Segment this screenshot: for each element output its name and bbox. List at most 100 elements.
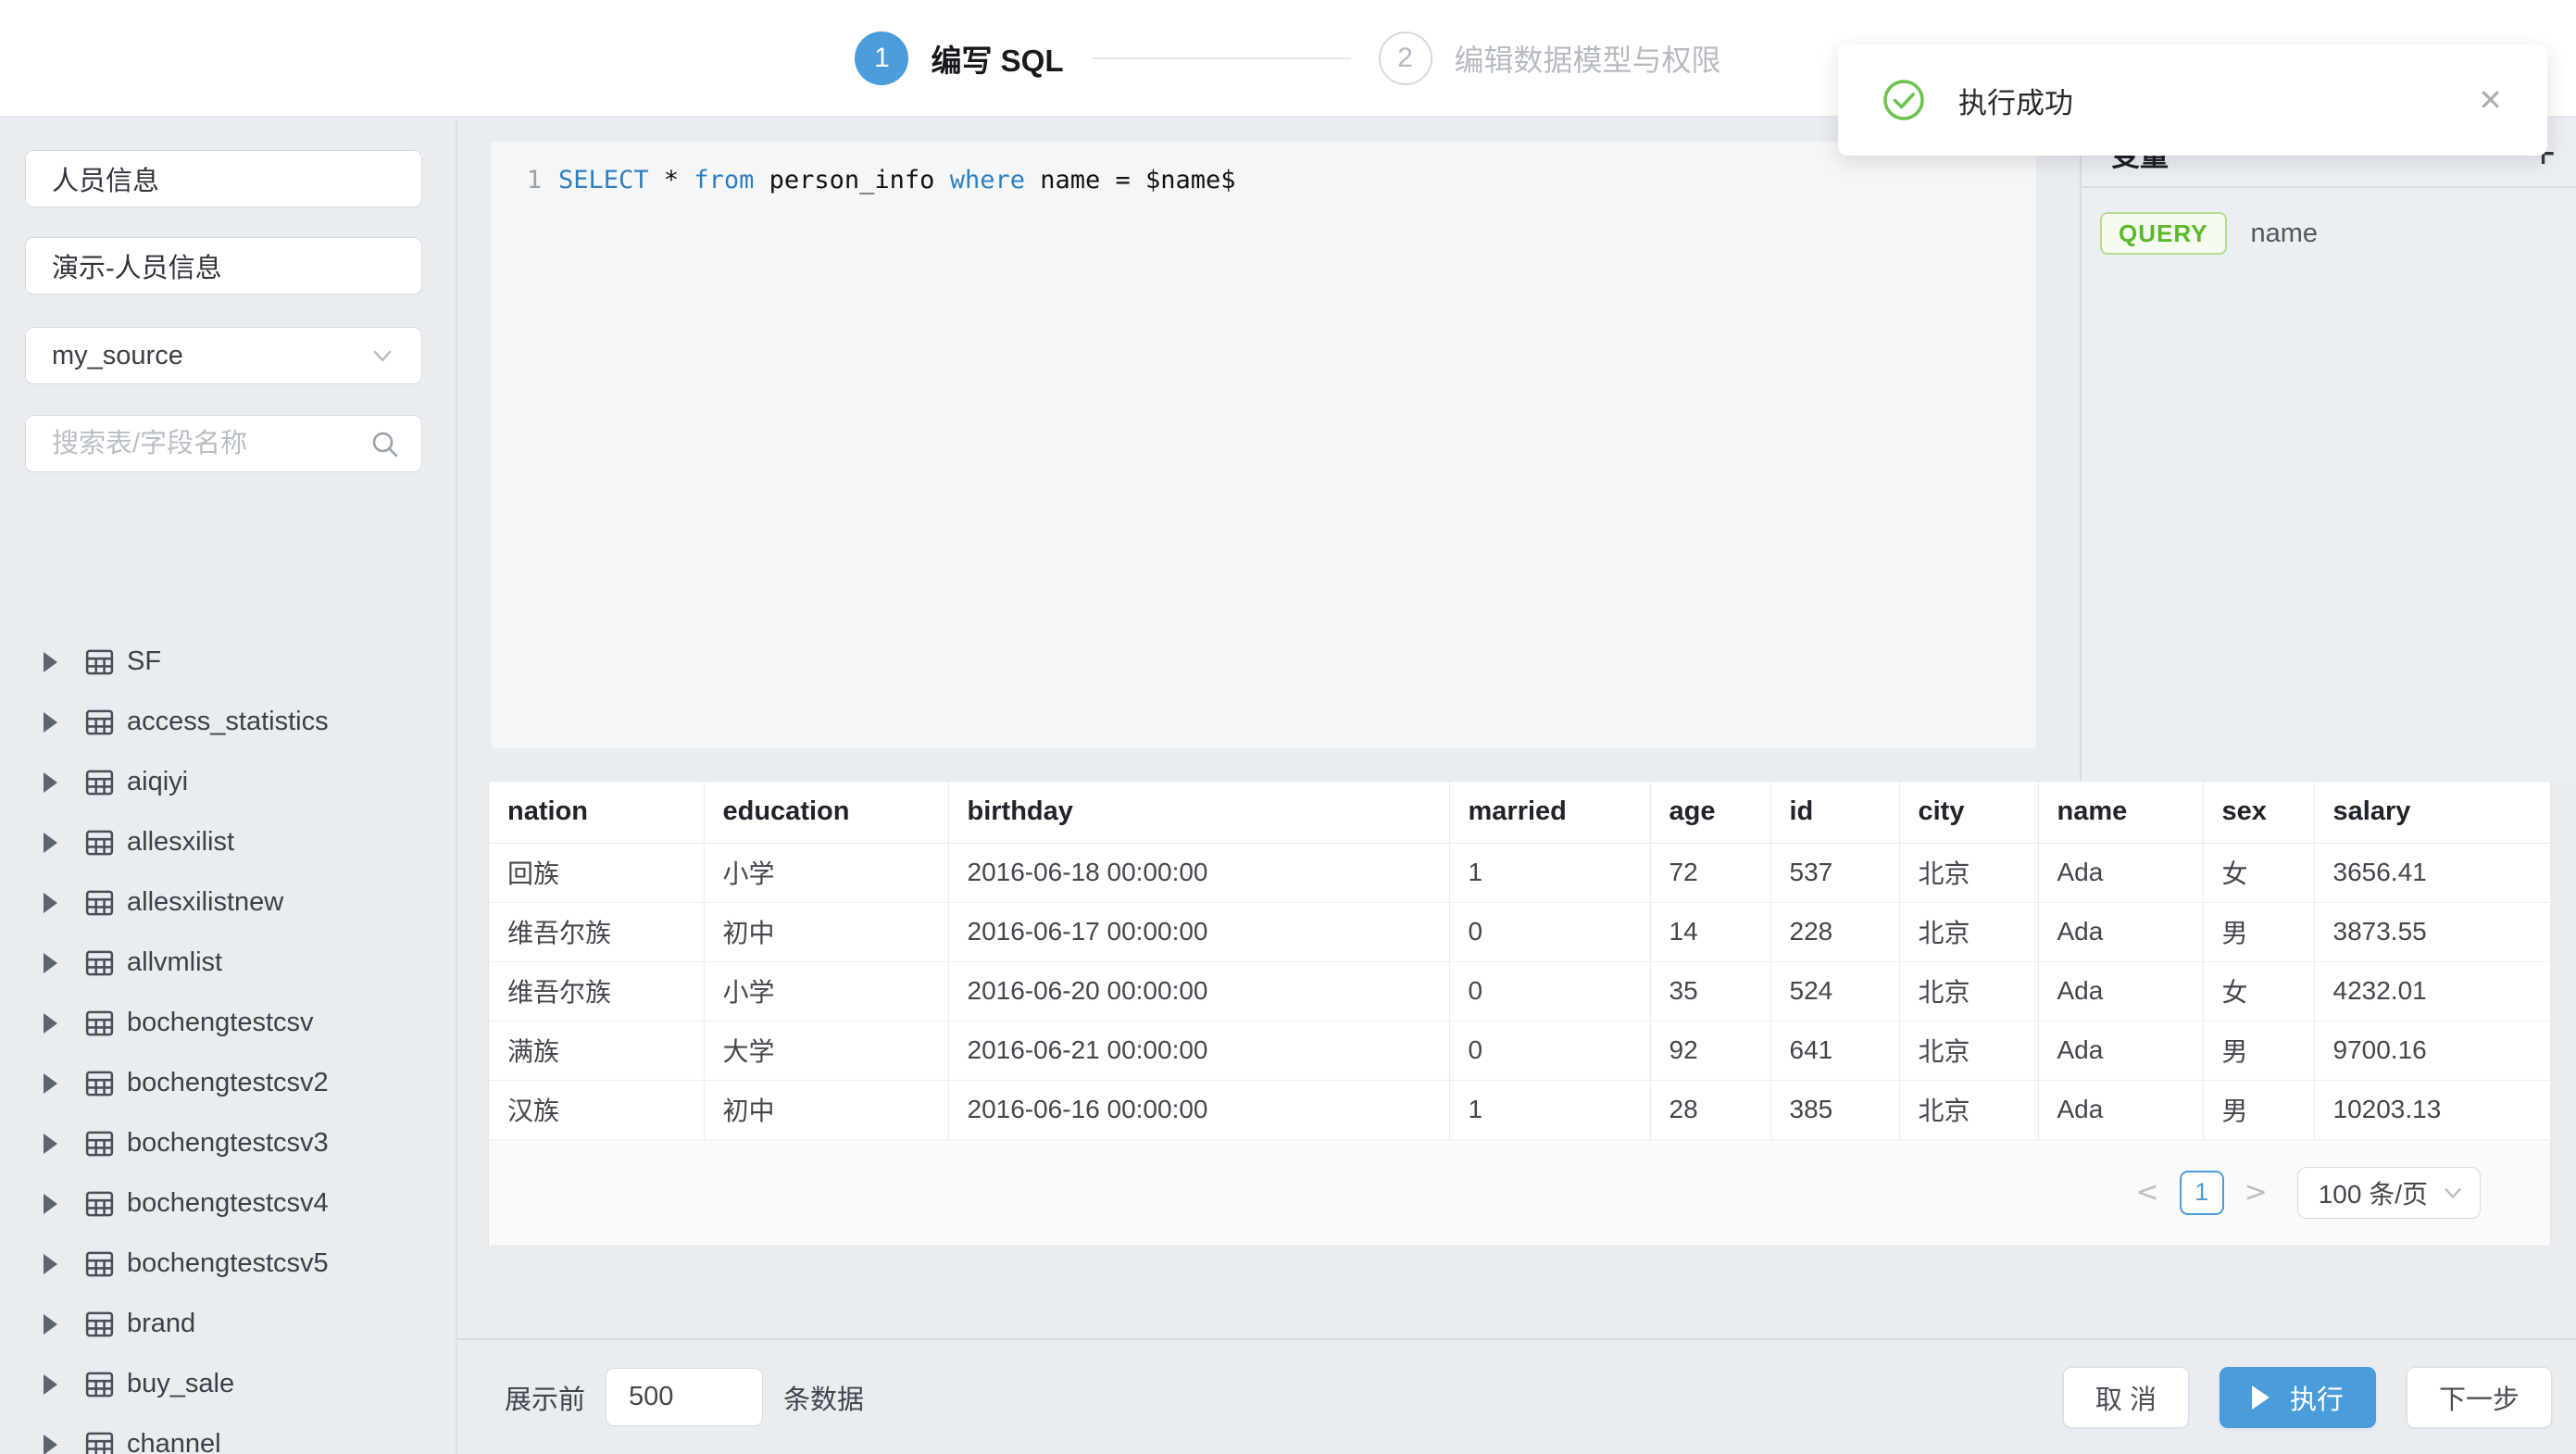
table-cell: 北京 xyxy=(1899,961,2038,1021)
sql-text: SELECT * from person_info where name = $… xyxy=(558,166,1236,194)
dataset-display-name-input[interactable] xyxy=(25,237,422,295)
table-cell: 35 xyxy=(1650,961,1770,1021)
caret-right-icon[interactable] xyxy=(44,1435,57,1454)
next-step-button[interactable]: 下一步 xyxy=(2407,1367,2552,1428)
table-tree: SF access_statisticsaiqiyiallesxilistalle… xyxy=(0,632,456,1454)
column-header: sex xyxy=(2203,782,2314,843)
sidebar-table-item[interactable]: brand xyxy=(0,1294,456,1354)
limit-suffix-label: 条数据 xyxy=(783,1378,864,1417)
table-grid-icon xyxy=(85,1191,114,1217)
table-cell: 小学 xyxy=(704,961,948,1021)
table-cell: 回族 xyxy=(489,843,704,902)
toast-message: 执行成功 xyxy=(1958,80,2445,121)
caret-right-icon[interactable] xyxy=(44,1254,57,1274)
search-input[interactable] xyxy=(26,416,421,471)
table-cell: Ada xyxy=(2038,843,2203,902)
step-2: 2 编辑数据模型与权限 xyxy=(1379,31,1721,85)
table-cell: 北京 xyxy=(1899,843,2038,902)
table-cell: 385 xyxy=(1770,1080,1899,1139)
sidebar-table-item[interactable]: channel xyxy=(0,1414,456,1454)
table-cell: 0 xyxy=(1449,902,1650,961)
sidebar-table-item[interactable]: bochengtestcsv5 xyxy=(0,1234,456,1294)
table-cell: 524 xyxy=(1770,961,1899,1021)
datasource-selected-value: my_source xyxy=(52,341,183,371)
table-cell: 9700.16 xyxy=(2314,1021,2551,1080)
sidebar-table-item[interactable]: bochengtestcsv4 xyxy=(0,1173,456,1234)
caret-right-icon[interactable] xyxy=(44,833,57,853)
caret-right-icon[interactable] xyxy=(44,712,57,733)
column-header: id xyxy=(1770,782,1899,843)
sidebar-table-item[interactable]: allesxilistnew xyxy=(0,872,456,933)
sidebar-table-item[interactable]: bochengtestcsv xyxy=(0,993,456,1053)
table-grid-icon xyxy=(85,649,114,675)
table-name-label: access_statistics xyxy=(127,707,329,737)
search-icon xyxy=(369,429,401,460)
caret-right-icon[interactable] xyxy=(44,953,57,973)
table-cell: 北京 xyxy=(1899,902,2038,961)
caret-right-icon[interactable] xyxy=(44,1073,57,1094)
table-cell: 大学 xyxy=(704,1021,948,1080)
sql-code-line: 1 SELECT * from person_info where name =… xyxy=(492,166,2036,194)
table-cell: 3873.55 xyxy=(2314,902,2551,961)
success-check-icon xyxy=(1882,79,1925,121)
table-cell: 北京 xyxy=(1899,1021,2038,1080)
table-cell: 男 xyxy=(2203,1080,2314,1139)
cancel-button[interactable]: 取 消 xyxy=(2063,1367,2189,1428)
caret-right-icon[interactable] xyxy=(44,1013,57,1034)
next-page-icon[interactable]: > xyxy=(2239,1176,2273,1209)
caret-right-icon[interactable] xyxy=(44,1134,57,1154)
sidebar-table-item[interactable]: access_statistics xyxy=(0,692,456,752)
caret-right-icon[interactable] xyxy=(44,1194,57,1214)
table-row: 维吾尔族初中2016-06-17 00:00:00014228北京Ada男387… xyxy=(489,902,2551,961)
sidebar-table-item[interactable]: allesxilist xyxy=(0,812,456,872)
sidebar-table-item[interactable]: buy_sale xyxy=(0,1354,456,1414)
sidebar-table-item[interactable]: allvmlist xyxy=(0,933,456,993)
table-cell: 92 xyxy=(1650,1021,1770,1080)
table-cell: 男 xyxy=(2203,1021,2314,1080)
row-limit-input[interactable] xyxy=(606,1368,763,1426)
sidebar-table-item[interactable]: bochengtestcsv2 xyxy=(0,1053,456,1113)
dataset-name-input[interactable] xyxy=(25,150,422,207)
table-name-label: bochengtestcsv xyxy=(127,1008,314,1038)
table-grid-icon xyxy=(85,890,114,916)
table-name-label: bochengtestcsv5 xyxy=(127,1248,329,1279)
run-button[interactable]: 执行 xyxy=(2220,1367,2376,1428)
stepper: 1 编写 SQL 2 编辑数据模型与权限 xyxy=(855,31,1720,85)
table-cell: 初中 xyxy=(704,902,948,961)
datasource-select[interactable]: my_source xyxy=(25,327,422,384)
caret-right-icon[interactable] xyxy=(44,893,57,913)
sql-editor[interactable]: 1 SELECT * from person_info where name =… xyxy=(491,141,2037,749)
column-header: name xyxy=(2038,782,2203,843)
table-cell: 4232.01 xyxy=(2314,961,2551,1021)
caret-right-icon[interactable] xyxy=(44,1314,57,1335)
close-icon[interactable]: ✕ xyxy=(2478,82,2503,118)
table-cell: 537 xyxy=(1770,843,1899,902)
action-buttons: 取 消 执行 下一步 xyxy=(2063,1367,2552,1428)
limit-prefix-label: 展示前 xyxy=(505,1378,585,1417)
caret-right-icon[interactable] xyxy=(44,652,57,672)
results-table: nationeducationbirthdaymarriedageidcityn… xyxy=(489,782,2551,1140)
page-size-value: 100 条/页 xyxy=(2319,1174,2428,1211)
prev-page-icon[interactable]: < xyxy=(2130,1176,2164,1209)
table-grid-icon xyxy=(85,950,114,976)
table-grid-icon xyxy=(85,770,114,796)
variable-type-badge: QUERY xyxy=(2100,212,2227,255)
page-size-select[interactable]: 100 条/页 xyxy=(2297,1167,2481,1219)
table-row: 维吾尔族小学2016-06-20 00:00:00035524北京Ada女423… xyxy=(489,961,2551,1021)
sidebar-table-item[interactable]: aiqiyi xyxy=(0,752,456,812)
table-cell: 2016-06-16 00:00:00 xyxy=(948,1080,1449,1139)
variable-name: name xyxy=(2251,219,2319,249)
column-header: married xyxy=(1449,782,1650,843)
current-page-button[interactable]: 1 xyxy=(2180,1171,2224,1215)
step-1: 1 编写 SQL xyxy=(855,31,1063,85)
column-header: age xyxy=(1650,782,1770,843)
table-grid-icon xyxy=(85,1372,114,1398)
column-header: city xyxy=(1899,782,2038,843)
play-icon xyxy=(2252,1385,2270,1410)
table-cell: 641 xyxy=(1770,1021,1899,1080)
sidebar-table-item[interactable]: SF xyxy=(0,632,456,692)
table-cell: Ada xyxy=(2038,1021,2203,1080)
sidebar-table-item[interactable]: bochengtestcsv3 xyxy=(0,1113,456,1173)
caret-right-icon[interactable] xyxy=(44,772,57,793)
caret-right-icon[interactable] xyxy=(44,1374,57,1395)
